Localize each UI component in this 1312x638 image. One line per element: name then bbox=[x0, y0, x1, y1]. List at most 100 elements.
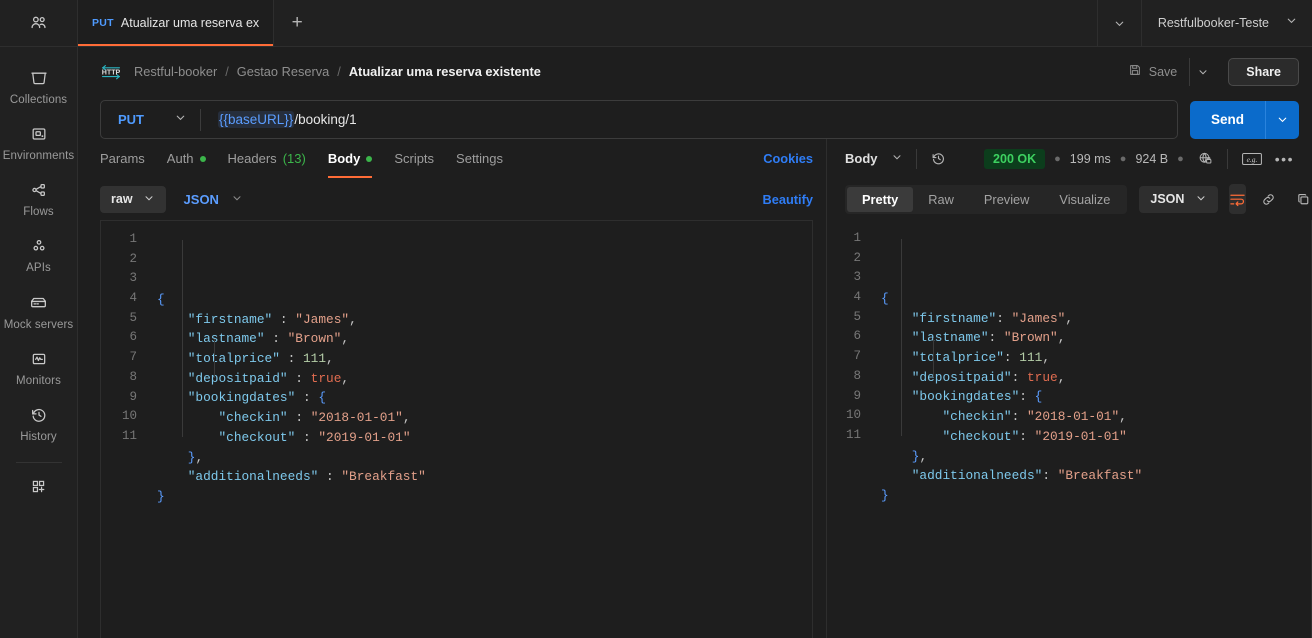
send-options-chevron-down-icon[interactable] bbox=[1265, 101, 1299, 139]
response-language-chevron-down-icon bbox=[1195, 192, 1207, 207]
body-format-selector[interactable]: JSON bbox=[184, 192, 243, 207]
line-number: 6 bbox=[101, 328, 137, 348]
link-icon[interactable] bbox=[1256, 191, 1281, 208]
code-line: { bbox=[881, 289, 1312, 309]
method-chevron-down-icon bbox=[174, 111, 187, 129]
save-example-icon[interactable]: e.g. bbox=[1237, 151, 1267, 167]
response-body-code[interactable]: { "firstname": "James", "lastname": "Bro… bbox=[871, 220, 1312, 638]
sidebar-item-monitors[interactable]: Monitors bbox=[0, 340, 77, 396]
breadcrumb: Restful-booker / Gestao Reserva / Atuali… bbox=[134, 64, 541, 79]
sidebar-item-flows[interactable]: Flows bbox=[0, 171, 77, 227]
line-number: 4 bbox=[827, 288, 861, 308]
line-number: 1 bbox=[101, 230, 137, 250]
body-mode-chevron-down-icon bbox=[143, 192, 155, 207]
save-button-label: Save bbox=[1149, 65, 1178, 79]
http-method-selector[interactable]: PUT bbox=[101, 101, 200, 138]
word-wrap-icon[interactable] bbox=[1229, 184, 1246, 214]
body-format-value: JSON bbox=[184, 192, 219, 207]
tab-visualize[interactable]: Visualize bbox=[1044, 187, 1125, 212]
tab-params[interactable]: Params bbox=[100, 139, 156, 178]
tab-auth[interactable]: Auth bbox=[156, 139, 217, 178]
url-input[interactable]: {{baseURL}}/booking/1 bbox=[201, 112, 357, 127]
code-line: "checkin" : "2018-01-01", bbox=[157, 408, 812, 428]
line-number: 3 bbox=[827, 268, 861, 288]
line-number: 6 bbox=[827, 327, 861, 347]
response-header: Body 200 OK ● 199 ms ● bbox=[827, 139, 1312, 178]
response-body-viewer[interactable]: 1 2 3 4 5 6 7 8 9 10 11 bbox=[827, 220, 1312, 638]
url-row: PUT {{baseURL}}/booking/1 Send bbox=[78, 100, 1312, 139]
line-number: 4 bbox=[101, 289, 137, 309]
request-pane: Params Auth Headers(13) Body Scripts Set… bbox=[78, 139, 826, 638]
share-button[interactable]: Share bbox=[1228, 58, 1299, 86]
tab-body[interactable]: Body bbox=[317, 139, 384, 178]
code-line: "firstname" : "James", bbox=[157, 310, 812, 330]
request-section-tabs: Params Auth Headers(13) Body Scripts Set… bbox=[78, 139, 826, 178]
request-body-code[interactable]: { "firstname" : "James", "lastname" : "B… bbox=[147, 221, 812, 638]
send-button-group: Send bbox=[1190, 101, 1299, 139]
tab-pretty[interactable]: Pretty bbox=[847, 187, 913, 212]
response-gutter: 1 2 3 4 5 6 7 8 9 10 11 bbox=[827, 220, 871, 638]
sidebar-item-label: APIs bbox=[26, 262, 51, 274]
response-pane: Body 200 OK ● 199 ms ● bbox=[826, 139, 1312, 638]
code-line: "checkout" : "2019-01-01" bbox=[157, 428, 812, 448]
clock-history-icon[interactable] bbox=[930, 150, 947, 167]
tab-settings[interactable]: Settings bbox=[445, 139, 514, 178]
new-tab-button[interactable]: + bbox=[274, 0, 320, 46]
code-line: "checkin": "2018-01-01", bbox=[881, 407, 1312, 427]
workspace-chevron-down-icon bbox=[1285, 14, 1298, 32]
code-line: }, bbox=[157, 448, 812, 468]
auth-status-dot bbox=[200, 156, 206, 162]
meta-separator: ● bbox=[1120, 153, 1127, 165]
sidebar-divider bbox=[16, 462, 62, 463]
request-tab[interactable]: PUT Atualizar uma reserva ex bbox=[78, 0, 274, 46]
body-format-chevron-down-icon bbox=[231, 192, 243, 207]
cookies-link[interactable]: Cookies bbox=[763, 151, 813, 166]
copy-icon[interactable] bbox=[1291, 191, 1312, 208]
more-horizontal-icon[interactable]: ••• bbox=[1267, 151, 1302, 167]
line-number: 7 bbox=[101, 348, 137, 368]
line-number: 11 bbox=[827, 426, 861, 446]
sidebar-item-environments[interactable]: Environments bbox=[0, 115, 77, 171]
globe-lock-icon[interactable] bbox=[1193, 150, 1218, 167]
line-number: 10 bbox=[101, 407, 137, 427]
breadcrumb-segment-request: Atualizar uma reserva existente bbox=[349, 64, 541, 79]
body-toolbar: raw JSON Beautify bbox=[78, 178, 826, 220]
breadcrumb-segment-collection[interactable]: Restful-booker bbox=[134, 64, 217, 79]
sidebar-item-label: Monitors bbox=[16, 375, 61, 387]
sidebar-item-collections[interactable]: Collections bbox=[0, 59, 77, 115]
main-area: PUT Atualizar uma reserva ex + Restfulbo… bbox=[78, 0, 1312, 638]
tab-preview[interactable]: Preview bbox=[969, 187, 1045, 212]
tab-scripts[interactable]: Scripts bbox=[383, 139, 445, 178]
breadcrumb-bar: HTTP Restful-booker / Gestao Reserva / A… bbox=[78, 47, 1312, 96]
breadcrumb-segment-folder[interactable]: Gestao Reserva bbox=[237, 64, 329, 79]
breadcrumb-separator: / bbox=[337, 64, 341, 79]
apis-icon bbox=[29, 236, 49, 256]
workspace-name-label: Restfulbooker-Teste bbox=[1158, 16, 1269, 30]
team-users-icon[interactable] bbox=[0, 0, 77, 47]
save-button[interactable]: Save bbox=[1119, 58, 1187, 85]
sidebar-add-module-button[interactable] bbox=[0, 467, 77, 506]
body-mode-selector[interactable]: raw bbox=[100, 186, 166, 213]
code-line: "lastname" : "Brown", bbox=[157, 329, 812, 349]
svg-text:e.g.: e.g. bbox=[1246, 154, 1257, 163]
tab-title-label: Atualizar uma reserva ex bbox=[121, 16, 259, 30]
flows-icon bbox=[29, 180, 49, 200]
sidebar-item-label: Collections bbox=[10, 94, 67, 106]
status-badge: 200 OK bbox=[984, 149, 1045, 169]
send-button[interactable]: Send bbox=[1190, 101, 1265, 139]
sidebar-item-mock-servers[interactable]: Mock servers bbox=[0, 283, 77, 340]
workspace-selector[interactable]: Restfulbooker-Teste bbox=[1141, 0, 1312, 46]
sidebar-item-apis[interactable]: APIs bbox=[0, 227, 77, 283]
tab-headers[interactable]: Headers(13) bbox=[217, 139, 317, 178]
response-body-selector[interactable]: Body bbox=[845, 151, 903, 166]
meta-separator: ● bbox=[1177, 153, 1184, 165]
sidebar-item-history[interactable]: History bbox=[0, 396, 77, 452]
request-gutter: 1 2 3 4 5 6 7 8 9 10 11 bbox=[101, 221, 147, 638]
tab-overflow-chevron-down-icon[interactable] bbox=[1097, 0, 1141, 46]
request-body-editor[interactable]: 1 2 3 4 5 6 7 8 9 10 11 bbox=[100, 220, 813, 638]
response-language-selector[interactable]: JSON bbox=[1139, 186, 1218, 213]
beautify-button[interactable]: Beautify bbox=[763, 192, 814, 207]
tab-raw[interactable]: Raw bbox=[913, 187, 969, 212]
save-options-chevron-down-icon[interactable] bbox=[1189, 58, 1215, 86]
code-line: }, bbox=[881, 447, 1312, 467]
